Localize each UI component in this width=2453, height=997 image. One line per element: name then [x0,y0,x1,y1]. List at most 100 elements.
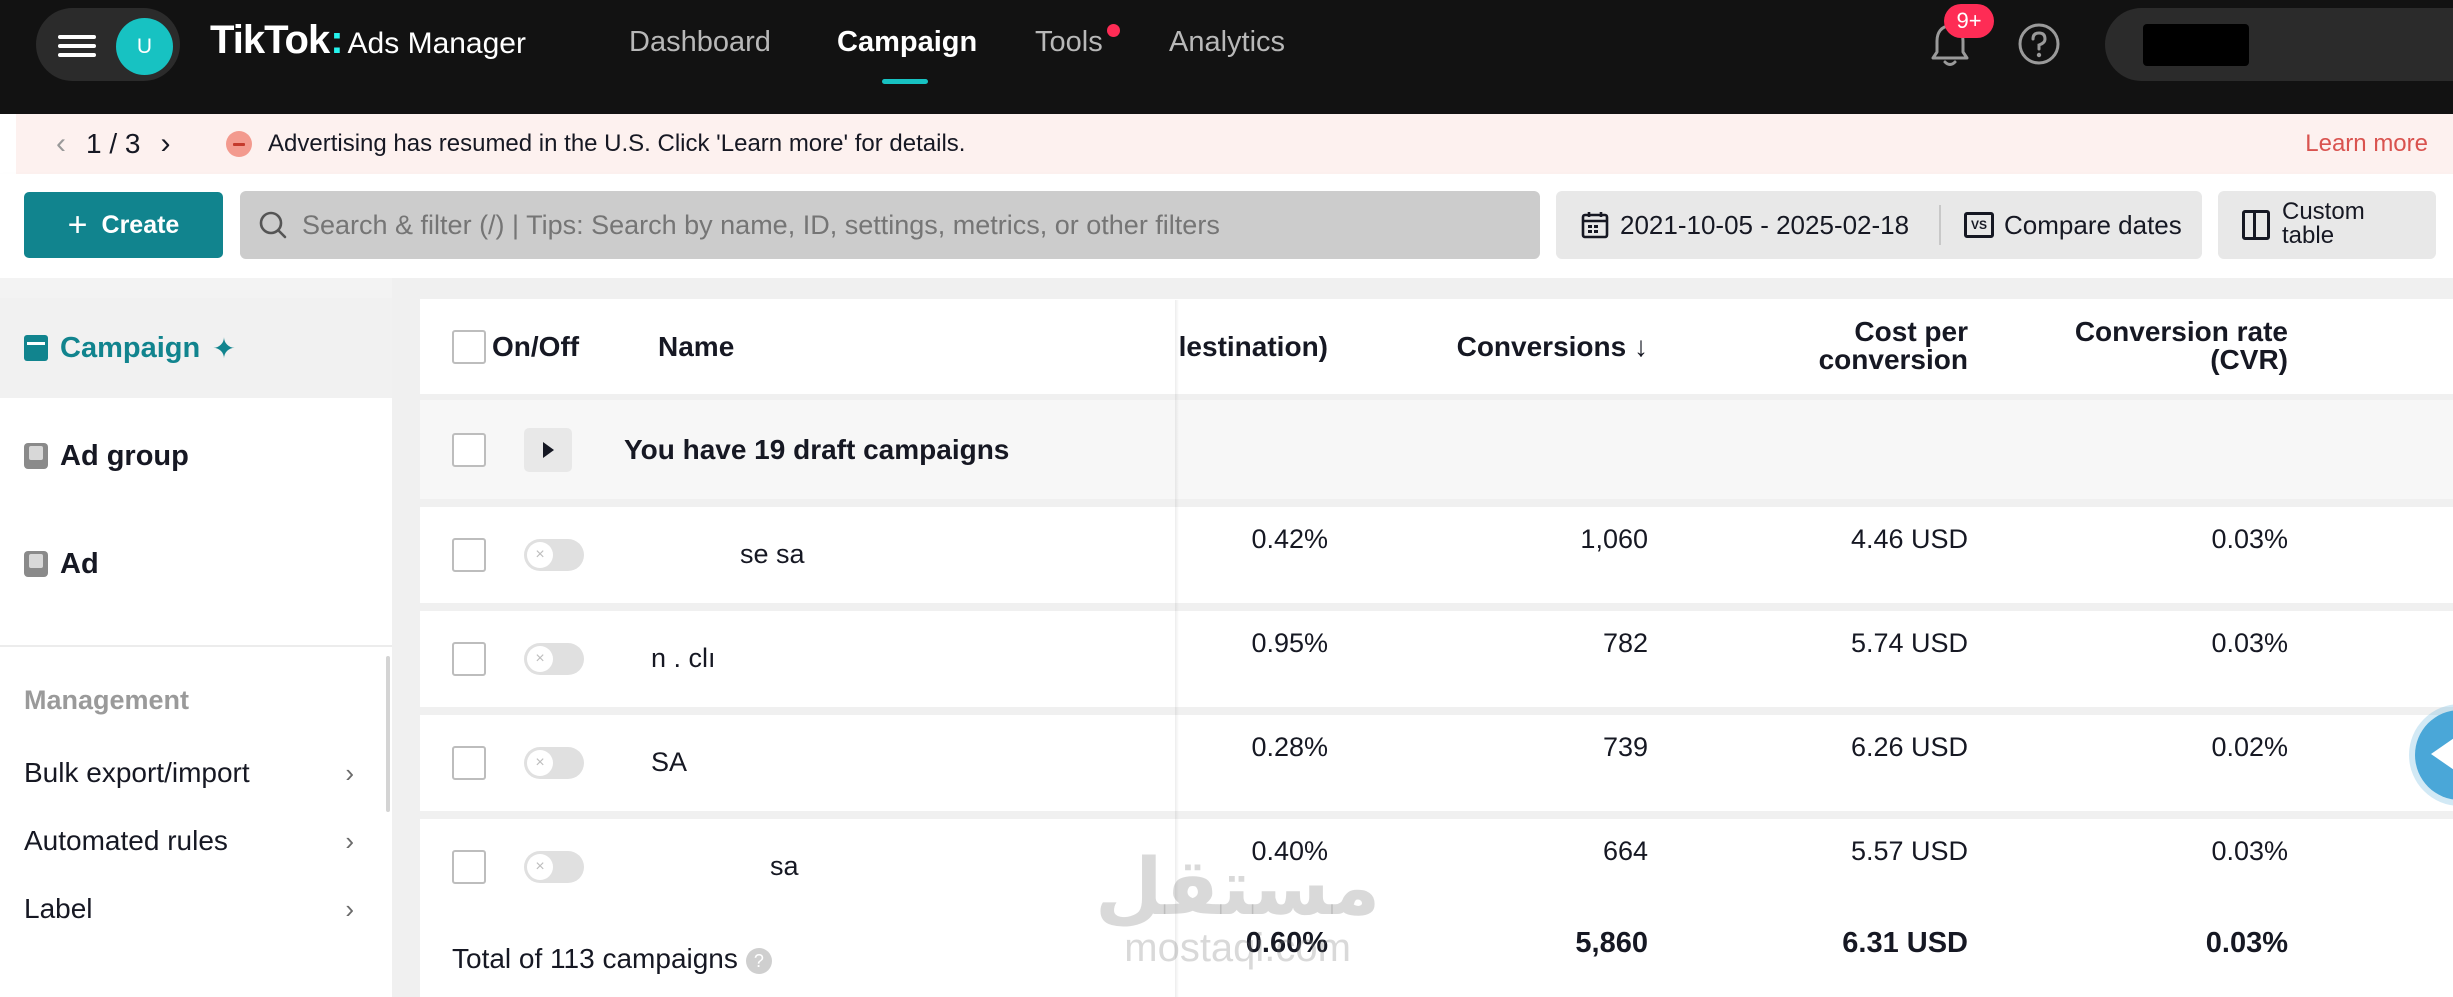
sidebar-item-ad-group[interactable]: Ad group [0,406,392,506]
watermark: مستقل mostaqi.com [1095,848,1380,968]
header-conversions[interactable]: Conversions ↓ [1400,331,1648,363]
date-range-picker[interactable]: 2021-10-05 - 2025-02-18 VS Compare dates [1556,191,2202,259]
chevron-right-icon: › [345,825,354,856]
conversions-cell: 1,060 [1580,524,1648,554]
total-label: Total of 113 campaigns? [452,943,772,975]
sidebar-item-label: Ad [60,547,99,580]
sidebar-item-label: Bulk export/import [24,757,250,788]
cvr-cell: 0.02% [2211,732,2288,762]
sparkle-icon: ✦ [212,332,236,364]
total-conversions: 5,860 [1575,927,1648,959]
banner-page-count: 1 / 3 [86,128,141,159]
custom-table-button[interactable]: Custom table [2218,191,2436,259]
help-icon[interactable] [2017,22,2061,66]
total-cvr: 0.03% [2205,927,2288,959]
notice-banner: ‹ 1 / 3 › Advertising has resumed in the… [16,114,2453,174]
sidebar-scrollbar[interactable] [386,656,390,812]
cvr-cell: 0.03% [2211,836,2288,866]
search-input[interactable]: Search & filter (/) | Tips: Search by na… [240,191,1540,259]
table-row[interactable] [420,819,2453,915]
custom-table-label: Custom table [2282,200,2365,248]
logo-brand: TikTok [210,18,330,62]
top-navigation-bar: U TikTok: Ads Manager Dashboard Campaign … [0,0,2453,114]
cvr-cell: 0.03% [2211,628,2288,658]
table-row[interactable] [420,611,2453,707]
rate-cell: 0.28% [1251,732,1328,762]
compare-dates-button[interactable]: Compare dates [2004,210,2182,241]
sidebar-item-automated-rules[interactable]: Automated rules › [24,825,354,857]
campaign-status-toggle[interactable] [524,851,584,883]
campaign-status-toggle[interactable] [524,643,584,675]
campaign-name[interactable]: SA [651,747,687,778]
sidebar-item-ad[interactable]: Ad [0,514,392,614]
create-button[interactable]: + Create [24,192,223,258]
next-chevron-icon[interactable]: › [160,127,170,161]
create-button-label: Create [101,210,180,239]
header-rate-destination[interactable]: lestination) [1100,331,1328,363]
sidebar-item-label-manager[interactable]: Label › [24,893,354,925]
hamburger-menu-icon[interactable] [58,35,96,57]
cost-cell: 4.46 USD [1850,524,1968,554]
draft-campaigns-text[interactable]: You have 19 draft campaigns [624,434,1009,466]
header-cost-line2: conversion [1818,344,1968,375]
draft-row-checkbox[interactable] [452,433,486,467]
management-heading: Management [24,685,190,715]
tiktok-ads-manager-logo[interactable]: TikTok: Ads Manager [210,18,526,68]
header-conversion-rate[interactable]: Conversion rate (CVR) [2000,318,2288,374]
sidebar-divider [0,645,392,647]
info-icon[interactable]: ? [745,947,772,974]
plus-icon: + [67,206,88,244]
campaign-name[interactable]: sa [770,851,799,882]
alert-minus-icon [226,131,252,157]
conversions-cell: 782 [1602,628,1648,658]
row-checkbox[interactable] [452,538,486,572]
chevron-right-icon: › [345,757,354,788]
campaign-name[interactable]: se sa [740,539,805,570]
sidebar-item-campaign[interactable]: Campaign ✦ [0,298,392,398]
sidebar-item-bulk-export-import[interactable]: Bulk export/import › [24,757,354,789]
account-switcher[interactable]: 10 [2105,8,2453,81]
select-all-checkbox[interactable] [452,330,486,364]
sidebar-item-label: Ad group [60,439,189,472]
expand-caret-icon[interactable] [524,428,572,472]
header-cost-line1: Cost per [1854,316,1968,347]
menu-avatar-pill[interactable]: U [36,8,180,81]
campaign-status-toggle[interactable] [524,747,584,779]
nav-analytics[interactable]: Analytics [1169,26,1285,59]
header-cost-per-conversion[interactable]: Cost per conversion [1700,318,1968,374]
previous-chevron-icon[interactable]: ‹ [56,127,66,161]
learn-more-link[interactable]: Learn more [2305,130,2428,158]
nav-dashboard[interactable]: Dashboard [629,26,771,59]
watermark-latin: mostaqi.com [1124,926,1351,970]
campaign-name[interactable]: n . clı [651,643,716,674]
avatar[interactable]: U [116,18,173,75]
calendar-icon [1581,212,1609,239]
header-name[interactable]: Name [658,331,734,363]
watermark-arabic: مستقل [1095,843,1381,933]
header-on-off[interactable]: On/Off [492,331,579,363]
banner-message: Advertising has resumed in the U.S. Clic… [268,130,966,157]
rate-cell: 0.42% [1251,524,1328,554]
nav-campaign[interactable]: Campaign [837,26,977,59]
sidebar-item-label: Campaign [60,331,201,364]
rate-cell: 0.95% [1251,628,1328,658]
conversions-cell: 664 [1602,836,1648,866]
folder-icon [24,335,48,361]
ad-group-icon [24,443,48,469]
nav-tools[interactable]: Tools [1035,26,1103,59]
logo-colon: : [330,18,344,62]
search-placeholder: Search & filter (/) | Tips: Search by na… [302,210,1220,240]
row-checkbox[interactable] [452,642,486,676]
cvr-cell: 0.03% [2211,524,2288,554]
campaign-status-toggle[interactable] [524,539,584,571]
table-row[interactable] [420,507,2453,603]
row-checkbox[interactable] [452,746,486,780]
table-row[interactable] [420,715,2453,811]
search-icon [259,211,287,239]
total-cost: 6.31 USD [1842,927,1968,959]
sidebar-item-label: Label [24,893,93,924]
banner-pager: ‹ 1 / 3 › [56,127,170,161]
sidebar-gap [0,278,392,298]
row-checkbox[interactable] [452,850,486,884]
ad-icon [24,551,48,577]
